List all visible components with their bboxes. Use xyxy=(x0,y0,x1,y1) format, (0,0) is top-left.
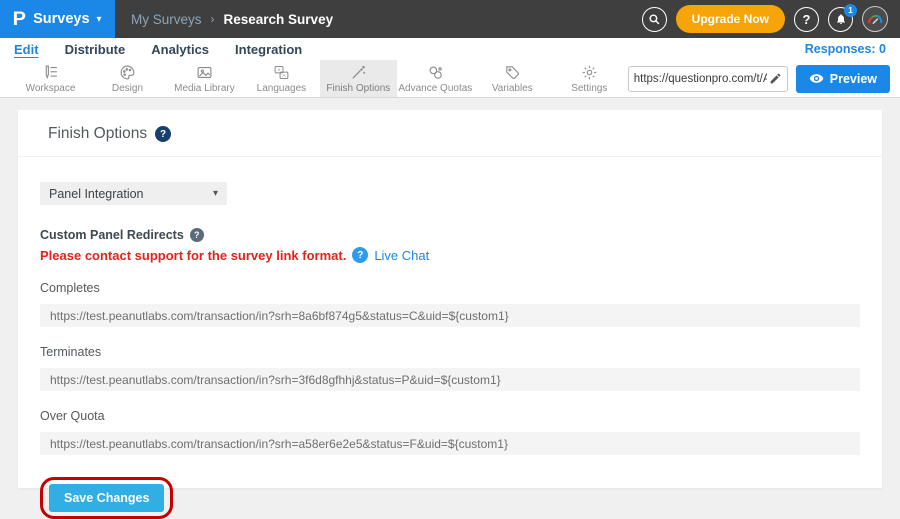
survey-section-nav: Edit Distribute Analytics Integration Re… xyxy=(0,38,900,60)
over-quota-url-input[interactable] xyxy=(40,432,860,455)
toolbar-tab-variables[interactable]: Variables xyxy=(474,60,551,97)
toolbar-tab-workspace[interactable]: Workspace xyxy=(12,60,89,97)
preview-button-label: Preview xyxy=(830,72,877,86)
toolbar-tab-label: Finish Options xyxy=(326,83,390,94)
toolbar-tab-label: Settings xyxy=(571,83,607,94)
completes-url-input[interactable] xyxy=(40,304,860,327)
breadcrumb-my-surveys[interactable]: My Surveys xyxy=(131,12,202,27)
tab-distribute[interactable]: Distribute xyxy=(65,42,126,57)
over-quota-label: Over Quota xyxy=(40,409,860,423)
tab-analytics[interactable]: Analytics xyxy=(151,42,209,57)
eye-icon xyxy=(809,71,824,86)
main-content: Finish Options ? Panel Integration ▾ Cus… xyxy=(0,98,900,517)
notification-count-badge: 1 xyxy=(844,4,857,17)
tab-edit[interactable]: Edit xyxy=(14,42,39,57)
toolbar-tab-settings[interactable]: Settings xyxy=(551,60,628,97)
finish-options-help-icon[interactable]: ? xyxy=(155,126,171,142)
terminates-url-input[interactable] xyxy=(40,368,860,391)
chevron-down-icon: ▾ xyxy=(97,14,102,25)
notifications-button[interactable]: 1 xyxy=(828,7,853,32)
product-switcher[interactable]: P Surveys ▾ xyxy=(0,0,115,38)
terminates-label: Terminates xyxy=(40,345,860,359)
magic-wand-icon xyxy=(350,64,367,81)
image-icon xyxy=(196,64,213,81)
search-icon xyxy=(648,13,661,26)
save-area: Save Changes xyxy=(40,477,860,519)
page-title: Finish Options xyxy=(48,125,147,143)
toolbar-tab-label: Media Library xyxy=(174,83,235,94)
toolbar-right: Preview xyxy=(628,60,900,97)
completes-label: Completes xyxy=(40,281,860,295)
card-body: Panel Integration ▾ Custom Panel Redirec… xyxy=(18,157,882,519)
tag-icon xyxy=(504,64,521,81)
breadcrumb: My Surveys › Research Survey xyxy=(131,0,333,38)
avatar-gauge-icon xyxy=(865,9,885,29)
toolbar-tab-label: Languages xyxy=(257,83,307,94)
topbar-actions: Upgrade Now ? 1 xyxy=(642,0,900,38)
support-note-row: Please contact support for the survey li… xyxy=(40,247,860,263)
card-header: Finish Options ? xyxy=(18,110,882,157)
product-name: Surveys xyxy=(33,11,89,27)
red-highlight-annotation: Save Changes xyxy=(40,477,173,519)
toolbar-tab-label: Design xyxy=(112,83,143,94)
over-quota-field-group: Over Quota xyxy=(40,409,860,455)
completes-field-group: Completes xyxy=(40,281,860,327)
question-icon: ? xyxy=(803,12,811,27)
edit-toolbar: Workspace Design Media Library x A Langu… xyxy=(0,60,900,98)
palette-icon xyxy=(119,64,136,81)
custom-panel-redirects-label: Custom Panel Redirects xyxy=(40,228,184,242)
survey-url-box[interactable] xyxy=(628,66,788,92)
toolbar-tab-media-library[interactable]: Media Library xyxy=(166,60,243,97)
translate-icon: x A xyxy=(273,64,290,81)
toolbar-tab-finish-options[interactable]: Finish Options xyxy=(320,60,397,97)
tab-integration[interactable]: Integration xyxy=(235,42,302,57)
toolbar-tab-label: Variables xyxy=(492,83,533,94)
chevron-down-icon: ▾ xyxy=(213,188,218,199)
breadcrumb-separator-icon: › xyxy=(211,12,215,26)
edit-pencil-icon[interactable] xyxy=(769,72,782,85)
account-avatar[interactable] xyxy=(862,6,888,32)
app-window: P Surveys ▾ My Surveys › Research Survey… xyxy=(0,0,900,517)
chain-link-icon xyxy=(427,64,444,81)
live-chat-help-icon[interactable]: ? xyxy=(352,247,368,263)
upgrade-now-button[interactable]: Upgrade Now xyxy=(676,5,785,33)
toolbar-tab-advance-quotas[interactable]: Advance Quotas xyxy=(397,60,474,97)
survey-url-input[interactable] xyxy=(634,73,767,85)
questionpro-logo-icon: P xyxy=(13,10,26,29)
finish-option-type-select[interactable]: Panel Integration ▾ xyxy=(40,182,227,205)
selected-option-label: Panel Integration xyxy=(49,187,144,201)
toolbar-tab-languages[interactable]: x A Languages xyxy=(243,60,320,97)
top-bar: P Surveys ▾ My Surveys › Research Survey… xyxy=(0,0,900,38)
support-note-text: Please contact support for the survey li… xyxy=(40,248,346,263)
toolbar-tab-design[interactable]: Design xyxy=(89,60,166,97)
help-button[interactable]: ? xyxy=(794,7,819,32)
search-button[interactable] xyxy=(642,7,667,32)
finish-options-card: Finish Options ? Panel Integration ▾ Cus… xyxy=(18,110,882,488)
terminates-field-group: Terminates xyxy=(40,345,860,391)
breadcrumb-current-survey: Research Survey xyxy=(224,12,334,27)
workspace-icon xyxy=(42,64,59,81)
toolbar-tab-label: Advance Quotas xyxy=(398,83,472,94)
responses-count[interactable]: Responses: 0 xyxy=(805,42,886,56)
gear-icon xyxy=(581,64,598,81)
preview-button[interactable]: Preview xyxy=(796,65,890,93)
custom-panel-redirects-help-icon[interactable]: ? xyxy=(190,228,204,242)
live-chat-link[interactable]: Live Chat xyxy=(374,248,429,263)
save-changes-button[interactable]: Save Changes xyxy=(49,484,164,512)
custom-panel-redirects-row: Custom Panel Redirects ? xyxy=(40,228,860,242)
toolbar-tab-label: Workspace xyxy=(26,83,76,94)
